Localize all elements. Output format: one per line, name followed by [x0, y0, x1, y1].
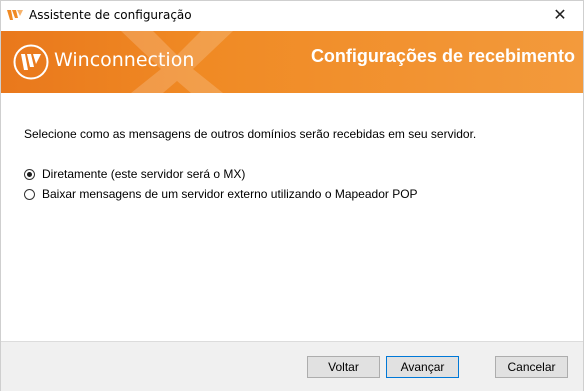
header-banner: Winconnection Configurações de recebimen…	[1, 31, 583, 93]
content-area: Selecione como as mensagens de outros do…	[1, 93, 583, 341]
wizard-window: Assistente de configuração ✕ Winconnecti…	[0, 0, 584, 391]
radio-direct[interactable]	[24, 168, 35, 180]
app-icon	[7, 10, 23, 20]
option-direct-label: Diretamente (este servidor será o MX)	[42, 167, 246, 181]
brand-name: Winconnection	[54, 49, 195, 71]
option-pop-mapper-label: Baixar mensagens de um servidor externo …	[42, 187, 418, 201]
button-bar: Voltar Avançar Cancelar	[1, 341, 583, 391]
option-direct[interactable]: Diretamente (este servidor será o MX)	[24, 166, 245, 182]
radio-pop-mapper[interactable]	[24, 188, 35, 200]
cancel-button[interactable]: Cancelar	[495, 356, 568, 378]
winconnection-logo-icon	[13, 44, 49, 80]
close-icon[interactable]: ✕	[545, 3, 575, 29]
instruction-text: Selecione como as mensagens de outros do…	[24, 127, 477, 141]
title-bar: Assistente de configuração ✕	[1, 1, 583, 31]
back-button[interactable]: Voltar	[307, 356, 380, 378]
option-pop-mapper[interactable]: Baixar mensagens de um servidor externo …	[24, 186, 418, 202]
window-title: Assistente de configuração	[29, 8, 192, 22]
next-button[interactable]: Avançar	[386, 356, 459, 378]
page-heading: Configurações de recebimento	[310, 46, 575, 66]
